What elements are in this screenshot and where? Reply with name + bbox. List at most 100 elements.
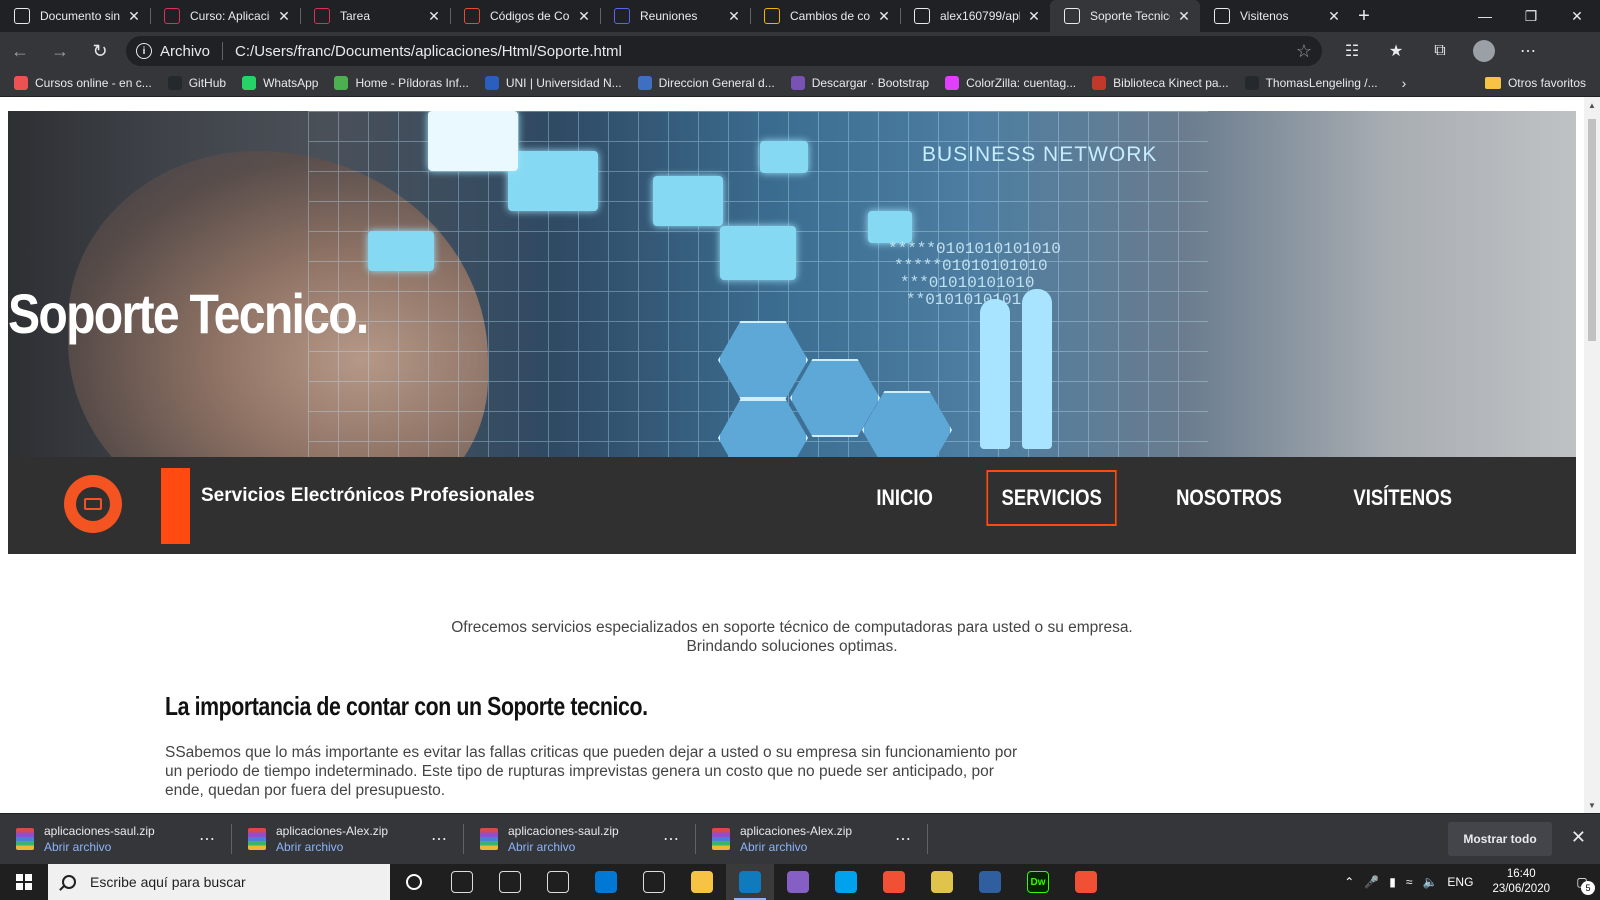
bookmark-item[interactable]: Cursos online - en c... <box>14 76 152 90</box>
restore-button[interactable]: ❐ <box>1508 0 1554 32</box>
language-indicator[interactable]: ENG <box>1442 875 1478 889</box>
favorites-icon[interactable]: ★ <box>1374 32 1418 70</box>
address-bar[interactable]: i Archivo C:/Users/franc/Documents/aplic… <box>126 36 1322 66</box>
show-hidden-icons-chevron-icon[interactable]: ⌃ <box>1339 875 1359 889</box>
address-url[interactable]: C:/Users/franc/Documents/aplicaciones/Ht… <box>235 43 622 60</box>
bookmark-label: Home - Píldoras Inf... <box>355 76 469 90</box>
download-options-icon[interactable]: ⋯ <box>431 829 448 849</box>
download-options-icon[interactable]: ⋯ <box>663 829 680 849</box>
taskbar-search[interactable]: Escribe aquí para buscar <box>48 864 390 900</box>
download-item[interactable]: aplicaciones-saul.zip Abrir archivo ⋯ <box>464 814 696 865</box>
taskbar-app-button[interactable] <box>1062 864 1110 900</box>
taskbar-app-button[interactable] <box>774 864 822 900</box>
browser-tab[interactable]: Tarea ✕ <box>300 0 450 32</box>
back-button[interactable]: ← <box>0 32 40 70</box>
taskbar-app-button[interactable] <box>678 864 726 900</box>
browser-tab[interactable]: Reuniones ✕ <box>600 0 750 32</box>
wifi-icon[interactable]: ≈ <box>1401 875 1418 889</box>
extensions-icon[interactable]: ☷ <box>1330 32 1374 70</box>
open-file-link[interactable]: Abrir archivo <box>508 840 663 854</box>
browser-tab[interactable]: Cambios de colo ✕ <box>750 0 900 32</box>
menu-item-2[interactable]: SERVICIOS <box>986 470 1118 526</box>
bookmark-item[interactable]: Direccion General d... <box>637 76 775 90</box>
tab-close-icon[interactable]: ✕ <box>1026 8 1042 25</box>
download-item[interactable]: aplicaciones-Alex.zip Abrir archivo ⋯ <box>232 814 464 865</box>
clock[interactable]: 16:40 23/06/2020 <box>1478 867 1564 897</box>
download-options-icon[interactable]: ⋯ <box>895 829 912 849</box>
browser-tab[interactable]: Códigos de Colo ✕ <box>450 0 600 32</box>
browser-tab[interactable]: Curso: Aplicacion ✕ <box>150 0 300 32</box>
taskbar-app-button[interactable]: Dw <box>1014 864 1062 900</box>
reload-button[interactable]: ↻ <box>80 32 120 70</box>
bookmark-item[interactable]: ColorZilla: cuentag... <box>945 76 1076 90</box>
taskbar-app-button[interactable] <box>966 864 1014 900</box>
minimize-button[interactable]: — <box>1462 0 1508 32</box>
more-bookmarks-chevron-icon[interactable]: › <box>1402 75 1407 91</box>
open-file-link[interactable]: Abrir archivo <box>44 840 199 854</box>
menu-item-3[interactable]: NOSOTROS <box>1162 470 1295 526</box>
browser-tab[interactable]: Documento sin t ✕ <box>0 0 150 32</box>
main-menu: INICIO SERVICIOS NOSOTROS VISÍTENOS <box>855 470 1475 526</box>
taskbar-app-button[interactable] <box>486 864 534 900</box>
profile-button[interactable] <box>1462 32 1506 70</box>
scroll-up-arrow-icon[interactable]: ▲ <box>1584 97 1600 113</box>
tab-close-icon[interactable]: ✕ <box>726 8 742 25</box>
info-icon[interactable]: i <box>136 43 152 59</box>
taskbar-app-button[interactable] <box>870 864 918 900</box>
bookmark-item[interactable]: Descargar · Bootstrap <box>790 76 929 90</box>
download-item[interactable]: aplicaciones-Alex.zip Abrir archivo ⋯ <box>696 814 928 865</box>
start-button[interactable] <box>0 864 48 900</box>
cortana-icon[interactable] <box>390 864 438 900</box>
taskbar-app-button[interactable] <box>822 864 870 900</box>
bookmark-item[interactable]: ThomasLengeling /... <box>1244 76 1378 90</box>
close-downloads-icon[interactable]: ✕ <box>1571 827 1586 848</box>
volume-icon[interactable]: 🔈 <box>1417 875 1442 889</box>
tab-close-icon[interactable]: ✕ <box>1326 8 1342 25</box>
tab-close-icon[interactable]: ✕ <box>426 8 442 25</box>
show-all-downloads-button[interactable]: Mostrar todo <box>1448 822 1552 856</box>
brand-name[interactable]: Servicios Electrónicos Profesionales <box>201 485 535 507</box>
collections-icon[interactable]: ⧉ <box>1418 32 1462 70</box>
new-tab-button[interactable]: + <box>1350 0 1378 32</box>
download-options-icon[interactable]: ⋯ <box>199 829 216 849</box>
taskbar-app-button[interactable] <box>630 864 678 900</box>
bookmark-item[interactable]: Biblioteca Kinect pa... <box>1092 76 1229 90</box>
bookmark-item[interactable]: GitHub <box>167 76 226 90</box>
menu-dots-icon[interactable]: ⋯ <box>1506 32 1550 70</box>
taskbar-app-button[interactable] <box>534 864 582 900</box>
taskbar-app-button[interactable] <box>726 864 774 900</box>
menu-item-1[interactable]: INICIO <box>863 470 946 526</box>
tab-close-icon[interactable]: ✕ <box>276 8 292 25</box>
hero-title: Soporte Tecnico. <box>8 282 369 345</box>
scroll-down-arrow-icon[interactable]: ▼ <box>1584 797 1600 813</box>
scroll-thumb[interactable] <box>1588 119 1596 341</box>
page-scrollbar[interactable]: ▲ ▼ <box>1584 97 1600 813</box>
tab-close-icon[interactable]: ✕ <box>576 8 592 25</box>
floating-tile <box>368 231 434 271</box>
taskbar-app-button[interactable] <box>582 864 630 900</box>
other-bookmarks-folder[interactable]: Otros favoritos <box>1484 76 1586 90</box>
menu-item-4[interactable]: VISÍTENOS <box>1340 470 1465 526</box>
tab-close-icon[interactable]: ✕ <box>126 8 142 25</box>
open-file-link[interactable]: Abrir archivo <box>740 840 895 854</box>
tab-close-icon[interactable]: ✕ <box>1176 8 1192 25</box>
forward-button[interactable]: → <box>40 32 80 70</box>
close-window-button[interactable]: ✕ <box>1554 0 1600 32</box>
notifications-button[interactable]: ▢ 5 <box>1564 864 1600 900</box>
windows-logo-icon <box>16 874 32 890</box>
taskbar-app-button[interactable] <box>918 864 966 900</box>
browser-tab[interactable]: Soporte Tecnico ✕ <box>1050 0 1200 32</box>
browser-tab[interactable]: Visitenos ✕ <box>1200 0 1350 32</box>
battery-icon[interactable]: ▮ <box>1384 875 1401 889</box>
bookmark-item[interactable]: WhatsApp <box>242 76 318 90</box>
download-item[interactable]: aplicaciones-saul.zip Abrir archivo ⋯ <box>0 814 232 865</box>
bookmark-star-icon[interactable]: ☆ <box>1296 41 1312 62</box>
open-file-link[interactable]: Abrir archivo <box>276 840 431 854</box>
browser-tab[interactable]: alex160799/apli ✕ <box>900 0 1050 32</box>
bookmark-item[interactable]: UNI | Universidad N... <box>484 76 622 90</box>
gear-logo-icon[interactable] <box>58 469 128 539</box>
bookmark-item[interactable]: Home - Píldoras Inf... <box>334 76 469 90</box>
taskbar-app-button[interactable] <box>438 864 486 900</box>
tab-close-icon[interactable]: ✕ <box>876 8 892 25</box>
microphone-icon[interactable]: 🎤 <box>1359 875 1384 889</box>
